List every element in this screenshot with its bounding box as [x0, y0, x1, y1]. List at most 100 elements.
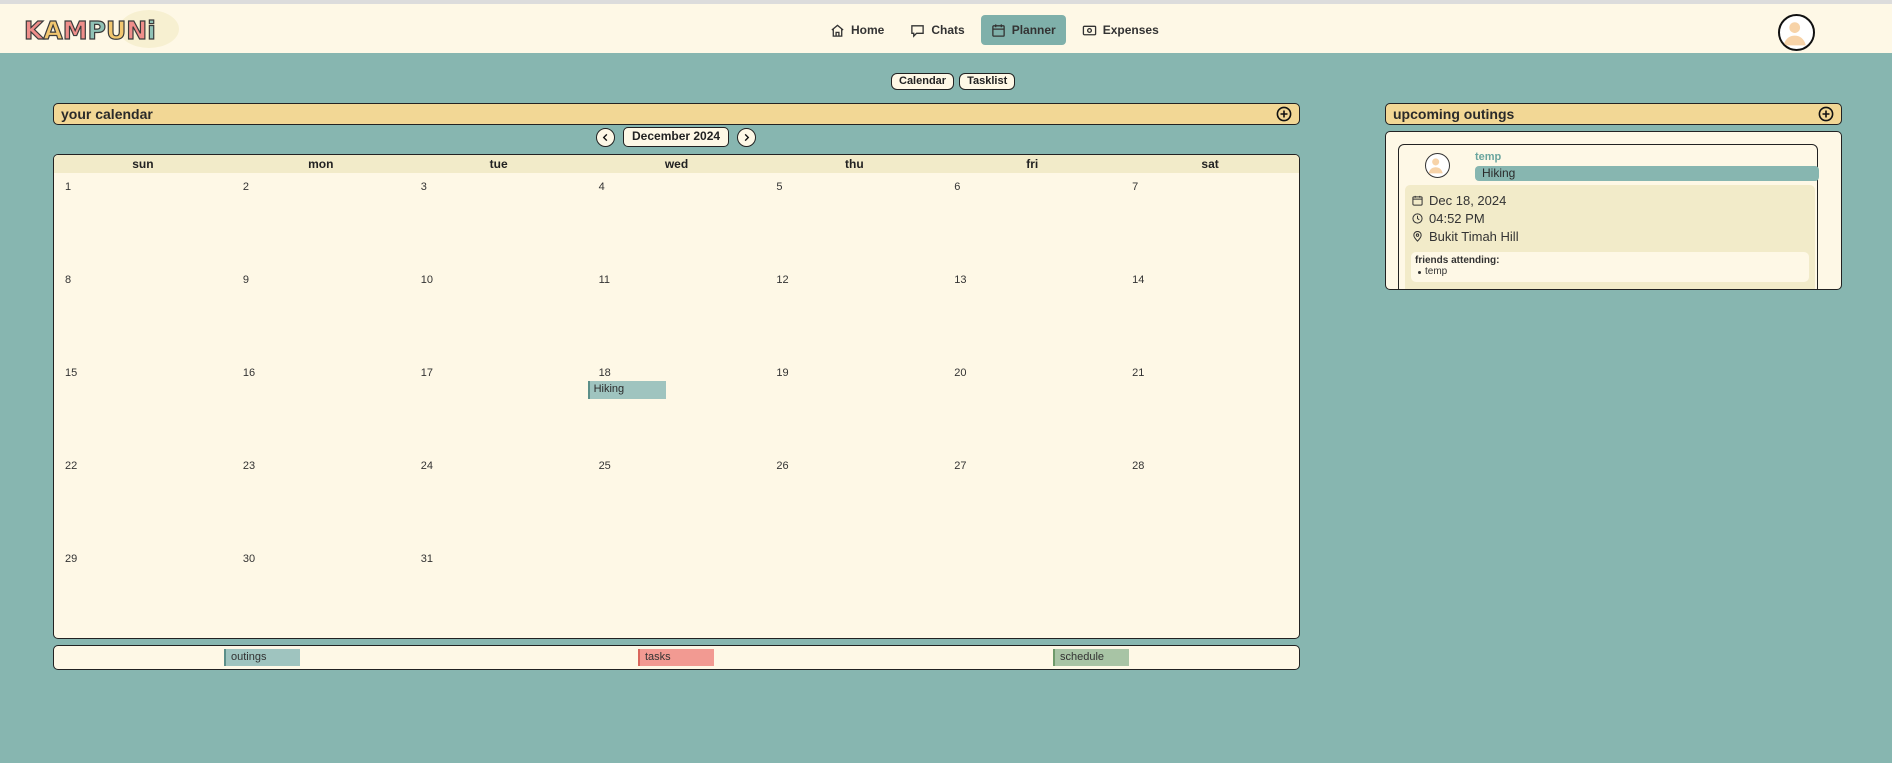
nav-chats[interactable]: Chats	[900, 15, 974, 45]
legend-outings: outings	[224, 649, 300, 666]
day-cell[interactable]: 11	[588, 266, 766, 359]
tasklist-view-button[interactable]: Tasklist	[959, 73, 1016, 90]
day-number: 3	[420, 181, 427, 193]
nav-planner[interactable]: Planner	[980, 15, 1066, 45]
calendar-event[interactable]: Hiking	[587, 381, 666, 399]
day-number: 30	[242, 553, 256, 565]
app-logo[interactable]: KAMPUNi	[23, 10, 179, 48]
empty-day-cell	[588, 545, 766, 638]
legend-schedule: schedule	[1053, 649, 1129, 666]
add-icon[interactable]	[1276, 106, 1292, 122]
day-number: 7	[1132, 181, 1139, 193]
weekday-fri: fri	[1026, 157, 1039, 171]
nav-expenses-label: Expenses	[1102, 23, 1159, 37]
empty-day-cell	[1121, 545, 1299, 638]
outing-time-row: 04:52 PM	[1412, 211, 1485, 226]
day-cell[interactable]: 24	[410, 452, 588, 545]
chat-icon	[911, 24, 925, 38]
day-cell[interactable]: 3	[410, 173, 588, 266]
chevron-left-icon	[602, 133, 608, 141]
nav-expenses[interactable]: Expenses	[1072, 15, 1169, 45]
day-number: 18	[598, 367, 611, 379]
day-cell[interactable]: 17	[410, 359, 588, 452]
outing-creator: temp	[1475, 151, 1502, 163]
day-cell[interactable]: 7	[1121, 173, 1299, 266]
day-number: 29	[65, 553, 78, 565]
day-cell[interactable]: 9	[232, 266, 410, 359]
day-cell[interactable]: 6	[943, 173, 1121, 266]
day-cell[interactable]: 13	[943, 266, 1121, 359]
day-cell[interactable]: 12	[765, 266, 943, 359]
nav-chats-label: Chats	[931, 23, 965, 37]
user-icon	[1428, 158, 1443, 174]
day-number: 21	[1132, 367, 1145, 379]
day-cell[interactable]: 19	[765, 359, 943, 452]
friends-label: friends attending:	[1415, 255, 1500, 266]
calendar-icon	[1412, 195, 1423, 206]
calendar-view-button[interactable]: Calendar	[891, 73, 955, 90]
day-cell[interactable]: 8	[54, 266, 232, 359]
day-cell[interactable]: 29	[54, 545, 232, 638]
day-cell[interactable]: 10	[410, 266, 588, 359]
avatar	[1425, 153, 1450, 178]
upcoming-title: upcoming outings	[1393, 106, 1515, 122]
day-number: 23	[242, 460, 256, 472]
day-cell[interactable]: 20	[943, 359, 1121, 452]
day-cell[interactable]: 1	[54, 173, 232, 266]
friends-attending: friends attending: temp	[1411, 252, 1809, 282]
day-number: 31	[420, 553, 433, 565]
day-number: 2	[242, 181, 249, 193]
outing-date: Dec 18, 2024	[1429, 193, 1507, 208]
upcoming-outings-list[interactable]: temp Hiking Dec 18, 2024 04:52 PM Bukit …	[1385, 131, 1842, 290]
day-number: 14	[1132, 274, 1145, 286]
day-number: 13	[954, 274, 967, 286]
day-cell[interactable]: 23	[232, 452, 410, 545]
day-cell[interactable]: 18 Hiking	[587, 359, 766, 452]
day-cell[interactable]: 2	[232, 173, 410, 266]
weekday-sat: sat	[1201, 157, 1219, 171]
day-cell[interactable]: 25	[588, 452, 766, 545]
outing-card[interactable]: temp Hiking Dec 18, 2024 04:52 PM Bukit …	[1398, 144, 1819, 289]
day-cell[interactable]: 27	[943, 452, 1121, 545]
day-cell[interactable]: 30	[232, 545, 410, 638]
weekday-mon: mon	[308, 157, 334, 171]
day-cell[interactable]: 16	[232, 359, 410, 452]
day-cell[interactable]: 26	[765, 452, 943, 545]
friend-item: temp	[1415, 266, 1805, 277]
day-cell[interactable]: 15	[54, 359, 232, 452]
calendar-header: your calendar	[53, 103, 1300, 125]
day-number: 28	[1132, 460, 1145, 472]
prev-month-button[interactable]	[596, 127, 615, 147]
day-cell[interactable]: 5	[765, 173, 943, 266]
outing-date-row: Dec 18, 2024	[1412, 193, 1506, 208]
day-cell[interactable]: 31	[410, 545, 588, 638]
day-number: 20	[954, 367, 967, 379]
day-number: 19	[776, 367, 789, 379]
month-navigation: December 2024	[596, 127, 757, 147]
day-number: 15	[65, 367, 78, 379]
add-outing-icon[interactable]	[1818, 106, 1834, 122]
upcoming-header: upcoming outings	[1385, 103, 1842, 125]
legend-tasks: tasks	[638, 649, 714, 666]
outing-location-row: Bukit Timah Hill	[1412, 229, 1519, 244]
weekday-sun: sun	[132, 157, 154, 171]
day-cell[interactable]: 28	[1121, 452, 1299, 545]
empty-day-cell	[943, 545, 1121, 638]
clock-icon	[1412, 213, 1423, 224]
day-number: 1	[65, 181, 72, 193]
main-nav: Home Chats Planner Expenses	[820, 15, 1169, 45]
nav-home-label: Home	[851, 23, 885, 37]
day-number: 26	[776, 460, 789, 472]
day-number: 24	[420, 460, 433, 472]
day-cell[interactable]: 4	[588, 173, 766, 266]
day-number: 10	[420, 274, 433, 286]
day-cell[interactable]: 14	[1121, 266, 1299, 359]
day-cell[interactable]: 21	[1121, 359, 1299, 452]
profile-avatar[interactable]	[1778, 14, 1815, 51]
home-icon	[831, 23, 844, 37]
day-cell[interactable]: 22	[54, 452, 232, 545]
calendar-legend: outings tasks schedule	[53, 645, 1300, 670]
day-number: 8	[65, 274, 72, 286]
nav-home[interactable]: Home	[820, 15, 894, 45]
next-month-button[interactable]	[737, 127, 757, 147]
